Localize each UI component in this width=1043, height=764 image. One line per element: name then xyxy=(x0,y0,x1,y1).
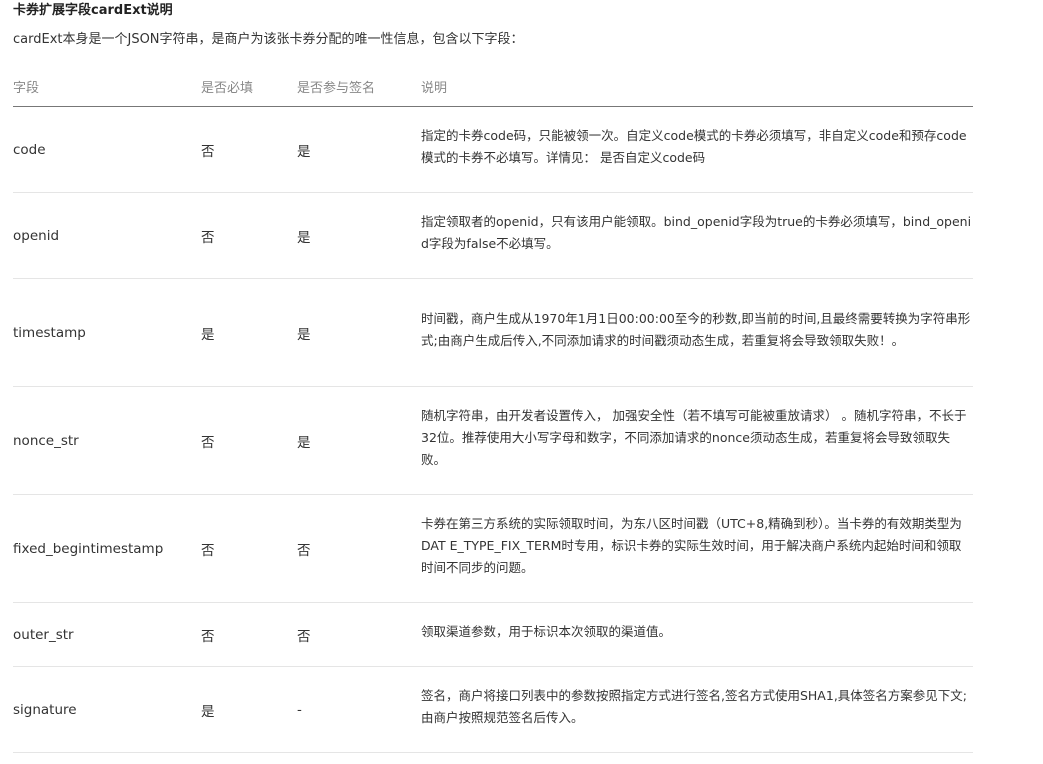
header-field: 字段 xyxy=(13,66,201,107)
cell-description: 时间戳，商户生成从1970年1月1日00:00:00至今的秒数,即当前的时间,且… xyxy=(421,278,973,387)
cell-description: 指定领取者的openid，只有该用户能领取。bind_openid字段为true… xyxy=(421,192,973,279)
description-text: 随机字符串，由开发者设置传入， 加强安全性（若不填写可能被重放请求） 。随机字符… xyxy=(421,407,967,467)
section-title: 卡券扩展字段cardExt说明 xyxy=(13,3,173,18)
cell-field: openid xyxy=(13,192,201,279)
cell-signed: 是 xyxy=(297,106,421,193)
description-text: 指定领取者的openid，只有该用户能领取。bind_openid字段为true… xyxy=(421,213,972,251)
cell-required: 否 xyxy=(201,602,297,667)
header-required: 是否必填 xyxy=(201,66,297,107)
description-text: 签名，商户将接口列表中的参数按照指定方式进行签名,签名方式使用SHA1,具体签名… xyxy=(421,687,967,725)
table-row: outer_str 否 否 领取渠道参数，用于标识本次领取的渠道值。 xyxy=(13,602,973,667)
header-description: 说明 xyxy=(421,66,973,107)
table-row: fixed_begintimestamp 否 否 卡券在第三方系统的实际领取时间… xyxy=(13,494,973,603)
cell-signed: 否 xyxy=(297,602,421,667)
table-row: nonce_str 否 是 随机字符串，由开发者设置传入， 加强安全性（若不填写… xyxy=(13,386,973,495)
table-row: openid 否 是 指定领取者的openid，只有该用户能领取。bind_op… xyxy=(13,192,973,279)
cell-field: outer_str xyxy=(13,602,201,667)
cell-description: 随机字符串，由开发者设置传入， 加强安全性（若不填写可能被重放请求） 。随机字符… xyxy=(421,386,973,495)
description-text: 时间戳，商户生成从1970年1月1日00:00:00至今的秒数,即当前的时间,且… xyxy=(421,310,971,348)
description-text: 领取渠道参数，用于标识本次领取的渠道值。 xyxy=(421,623,672,639)
intro-paragraph: cardExt本身是一个JSON字符串，是商户为该张卡券分配的唯一性信息，包含以… xyxy=(13,32,524,47)
cell-description: 指定的卡券code码，只能被领一次。自定义code模式的卡券必须填写，非自定义c… xyxy=(421,106,973,193)
cell-description: 签名，商户将接口列表中的参数按照指定方式进行签名,签名方式使用SHA1,具体签名… xyxy=(421,666,973,753)
table-row: code 否 是 指定的卡券code码，只能被领一次。自定义code模式的卡券必… xyxy=(13,106,973,193)
cell-signed: 是 xyxy=(297,386,421,495)
table-row: signature 是 - 签名，商户将接口列表中的参数按照指定方式进行签名,签… xyxy=(13,666,973,753)
cell-field: code xyxy=(13,106,201,193)
table-row: timestamp 是 是 时间戳，商户生成从1970年1月1日00:00:00… xyxy=(13,278,973,387)
description-text: 指定的卡券code码，只能被领一次。自定义code模式的卡券必须填写，非自定义c… xyxy=(421,127,967,165)
cell-field: timestamp xyxy=(13,278,201,387)
cell-required: 否 xyxy=(201,494,297,603)
cell-required: 是 xyxy=(201,278,297,387)
cell-required: 否 xyxy=(201,192,297,279)
cell-field: nonce_str xyxy=(13,386,201,495)
cell-signed: 是 xyxy=(297,278,421,387)
cardext-fields-table: 字段 是否必填 是否参与签名 说明 code 否 是 指定的卡券code码，只能… xyxy=(13,66,973,753)
header-signed: 是否参与签名 xyxy=(297,66,421,107)
table-header-row: 字段 是否必填 是否参与签名 说明 xyxy=(13,66,973,107)
cell-signed: 否 xyxy=(297,494,421,603)
cell-required: 否 xyxy=(201,386,297,495)
description-text: 卡券在第三方系统的实际领取时间，为东八区时间戳（UTC+8,精确到秒）。当卡券的… xyxy=(421,515,962,575)
cell-description: 领取渠道参数，用于标识本次领取的渠道值。 xyxy=(421,602,973,667)
cell-required: 是 xyxy=(201,666,297,753)
cell-field: fixed_begintimestamp xyxy=(13,494,201,603)
cell-signed: - xyxy=(297,666,421,753)
cell-description: 卡券在第三方系统的实际领取时间，为东八区时间戳（UTC+8,精确到秒）。当卡券的… xyxy=(421,494,973,603)
cell-required: 否 xyxy=(201,106,297,193)
cell-signed: 是 xyxy=(297,192,421,279)
cell-field: signature xyxy=(13,666,201,753)
